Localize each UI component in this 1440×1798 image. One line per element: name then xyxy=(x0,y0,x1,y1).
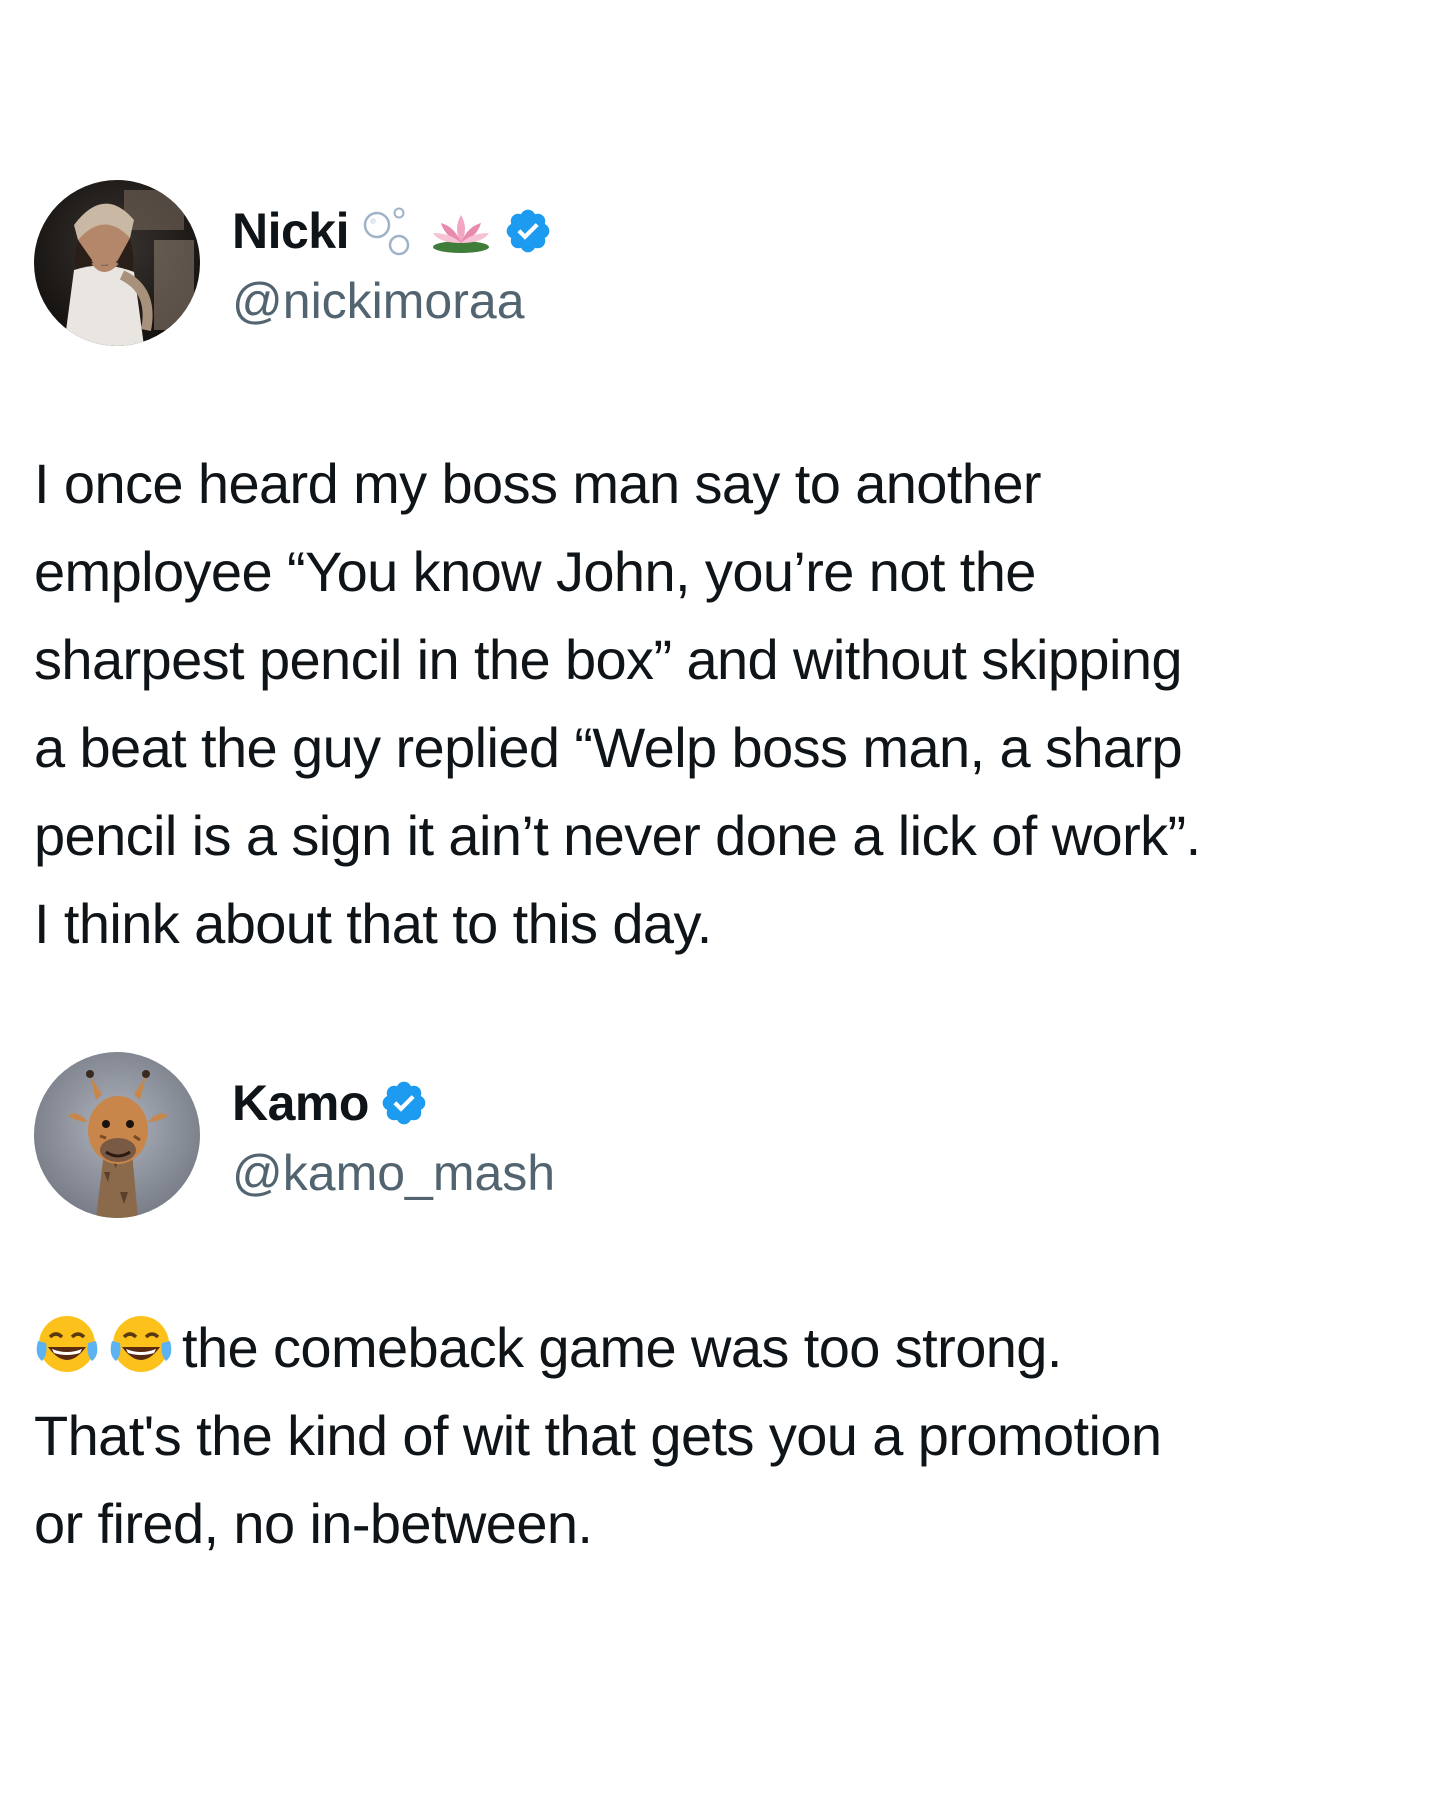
author-name-row: Nicki xyxy=(232,200,553,262)
post-text-line: the comeback game was too strong. xyxy=(182,1316,1062,1379)
post-text-line: That's the kind of wit that gets you a p… xyxy=(34,1404,1162,1467)
author-name-row: Kamo xyxy=(232,1072,429,1134)
verified-badge-icon xyxy=(379,1078,429,1128)
post-text-line: I once heard my boss man say to another xyxy=(34,452,1042,515)
author-handle[interactable]: @nickimoraa xyxy=(232,270,525,332)
face-with-tears-of-joy-icon xyxy=(34,1311,100,1377)
author-display-name[interactable]: Kamo xyxy=(232,1072,369,1134)
post-text-line: employee “You know John, you’re not the xyxy=(34,540,1036,603)
lotus-icon xyxy=(429,207,493,255)
post-text-line: I think about that to this day. xyxy=(34,892,712,955)
avatar[interactable] xyxy=(34,180,200,346)
verified-badge-icon xyxy=(503,206,553,256)
post-text-line: sharpest pencil in the box” and without … xyxy=(34,628,1183,691)
post-body: the comeback game was too strong. That's… xyxy=(34,1304,1424,1568)
post-text-line: pencil is a sign it ain’t never done a l… xyxy=(34,804,1201,867)
post-text-line: a beat the guy replied “Welp boss man, a… xyxy=(34,716,1183,779)
bubbles-icon xyxy=(359,203,419,259)
avatar[interactable] xyxy=(34,1052,200,1218)
avatar-photo-nicki xyxy=(34,180,200,346)
post-text-line: or fired, no in-between. xyxy=(34,1492,593,1555)
face-with-tears-of-joy-icon xyxy=(108,1311,174,1377)
post-body: I once heard my boss man say to another … xyxy=(34,440,1424,968)
post-text-line-with-emoji: the comeback game was too strong. xyxy=(34,1304,1424,1392)
avatar-photo-kamo xyxy=(34,1052,200,1218)
author-handle[interactable]: @kamo_mash xyxy=(232,1142,555,1204)
author-display-name[interactable]: Nicki xyxy=(232,200,350,262)
